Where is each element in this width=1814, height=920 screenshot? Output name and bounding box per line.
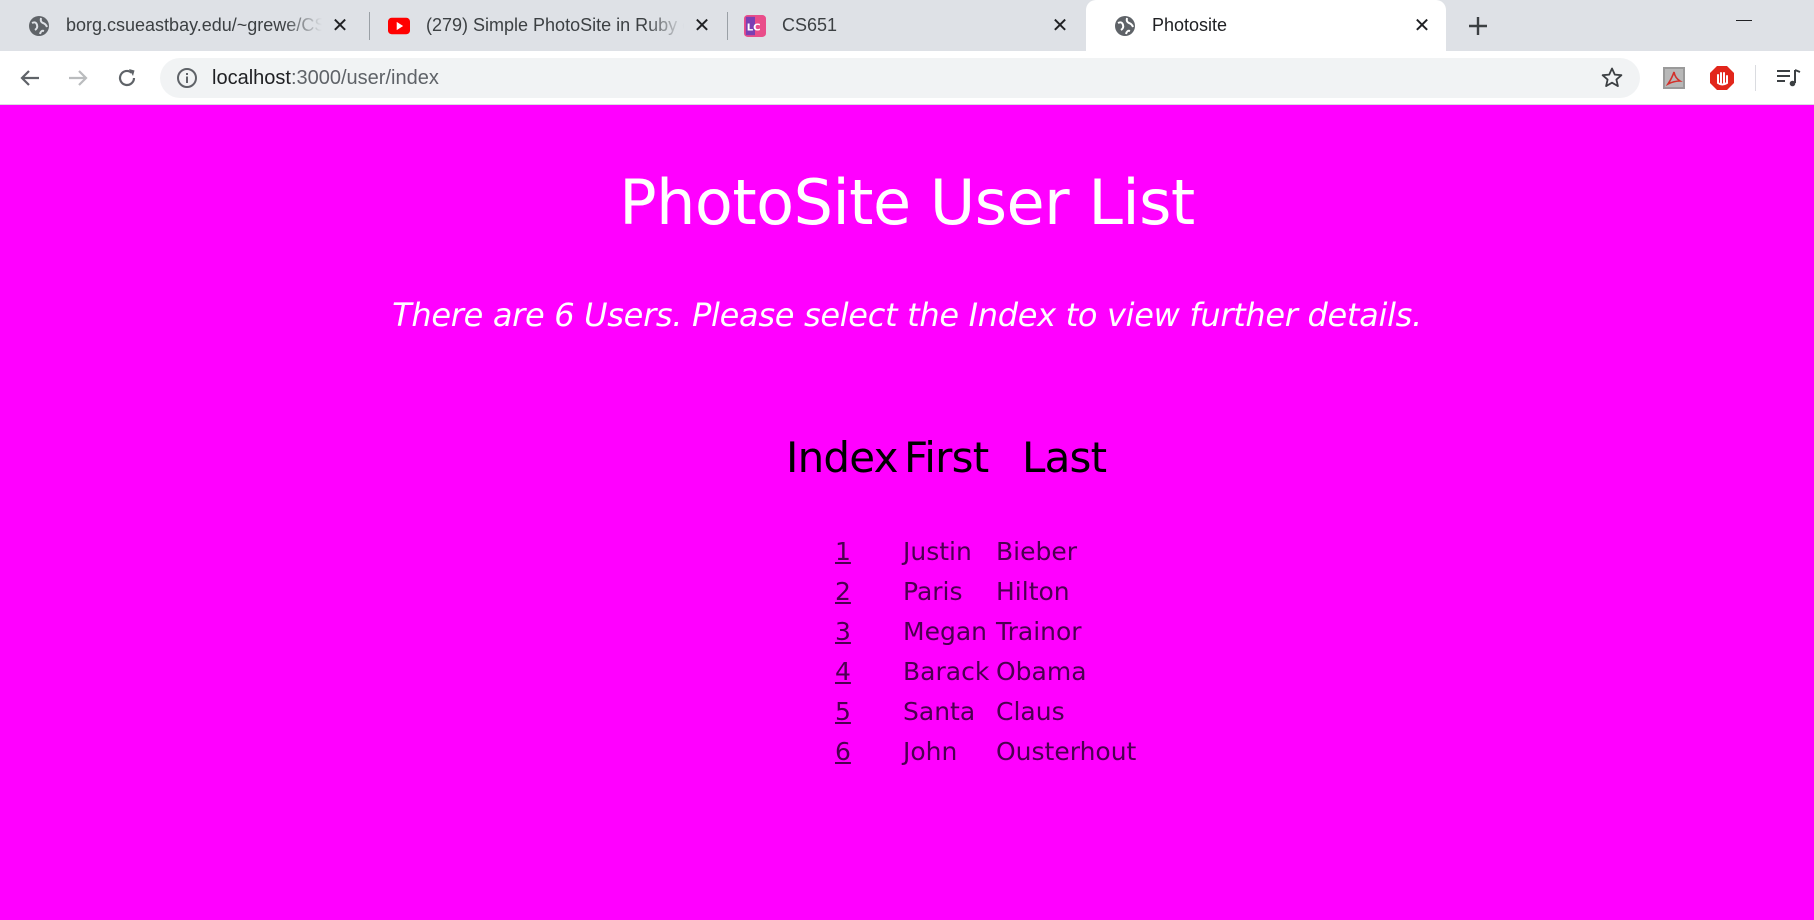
url-text[interactable]: localhost:3000/user/index <box>212 67 439 89</box>
first-name: Santa <box>903 697 976 726</box>
browser-toolbar: localhost:3000/user/index <box>0 51 1814 105</box>
arrow-right-icon <box>69 70 88 86</box>
toolbar-divider <box>1755 65 1756 91</box>
reload-button[interactable] <box>111 62 143 94</box>
minimize-button[interactable] <box>1736 20 1752 21</box>
youtube-icon <box>388 15 410 37</box>
tab-title: borg.csueastbay.edu/~grewe/CS6 <box>66 15 322 35</box>
page-content: PhotoSite User List There are 6 Users. P… <box>0 105 1814 920</box>
user-index-link[interactable]: 6 <box>835 733 851 771</box>
globe-icon <box>1114 15 1136 37</box>
arrow-left-icon <box>20 70 39 86</box>
first-name: John <box>903 737 958 766</box>
tab-title: CS651 <box>782 15 838 35</box>
svg-text:LC: LC <box>747 22 761 33</box>
close-icon[interactable]: ✕ <box>330 16 350 36</box>
user-index-link[interactable]: 3 <box>835 613 851 651</box>
first-name: Barack <box>903 657 990 686</box>
column-header-last: Last <box>1022 433 1107 482</box>
user-index-link[interactable]: 2 <box>835 573 851 611</box>
tab-strip: borg.csueastbay.edu/~grewe/CS6 ✕ (279) S… <box>0 0 1814 51</box>
tab-title: Photosite <box>1152 15 1228 35</box>
page-title: PhotoSite User List <box>619 166 1195 239</box>
first-name: Paris <box>903 577 963 606</box>
pdf-extension-icon[interactable] <box>1660 64 1688 92</box>
adblock-extension-icon[interactable] <box>1708 64 1736 92</box>
user-index-link[interactable]: 1 <box>835 533 851 571</box>
info-icon[interactable] <box>176 67 198 89</box>
table-row: 4 Barack Obama <box>0 653 1814 691</box>
table-row: 1 Justin Bieber <box>0 533 1814 571</box>
tab-borg[interactable]: borg.csueastbay.edu/~grewe/CS6 ✕ <box>0 0 364 51</box>
reload-icon <box>118 69 136 87</box>
plus-icon <box>1469 17 1487 35</box>
user-index-link[interactable]: 4 <box>835 653 851 691</box>
address-bar[interactable]: localhost:3000/user/index <box>160 58 1640 98</box>
url-host: localhost <box>212 67 291 89</box>
tab-photosite[interactable]: Photosite ✕ <box>1086 0 1446 51</box>
last-name: Obama <box>996 657 1087 686</box>
forward-button[interactable] <box>62 62 94 94</box>
lc-icon: LC <box>744 14 766 37</box>
user-index-link[interactable]: 5 <box>835 693 851 731</box>
tab-cs651[interactable]: LC CS651 ✕ <box>728 0 1084 51</box>
last-name: Bieber <box>996 537 1078 566</box>
close-icon[interactable]: ✕ <box>1412 16 1432 36</box>
column-header-first: First <box>904 433 989 482</box>
browser-window: borg.csueastbay.edu/~grewe/CS6 ✕ (279) S… <box>0 0 1814 920</box>
tab-youtube[interactable]: (279) Simple PhotoSite in Ruby on ✕ <box>370 0 726 51</box>
table-row: 3 Megan Trainor <box>0 613 1814 651</box>
tab-title: (279) Simple PhotoSite in Ruby on <box>426 15 684 35</box>
back-button[interactable] <box>14 62 46 94</box>
first-name: Justin <box>903 537 972 566</box>
media-control-icon[interactable] <box>1774 64 1802 92</box>
globe-icon <box>28 15 50 37</box>
url-path: :3000/user/index <box>290 67 439 89</box>
last-name: Ousterhout <box>996 737 1137 766</box>
new-tab-button[interactable] <box>1464 12 1492 40</box>
first-name: Megan <box>903 617 987 646</box>
column-header-index: Index <box>786 433 898 482</box>
close-icon[interactable]: ✕ <box>692 16 712 36</box>
table-row: 5 Santa Claus <box>0 693 1814 731</box>
bookmark-star-icon[interactable] <box>1600 66 1624 90</box>
page-subtitle: There are 6 Users. Please select the Ind… <box>392 296 1422 334</box>
close-icon[interactable]: ✕ <box>1050 16 1070 36</box>
table-row: 6 John Ousterhout <box>0 733 1814 771</box>
table-row: 2 Paris Hilton <box>0 573 1814 611</box>
last-name: Claus <box>996 697 1065 726</box>
last-name: Hilton <box>996 577 1070 606</box>
last-name: Trainor <box>996 617 1082 646</box>
